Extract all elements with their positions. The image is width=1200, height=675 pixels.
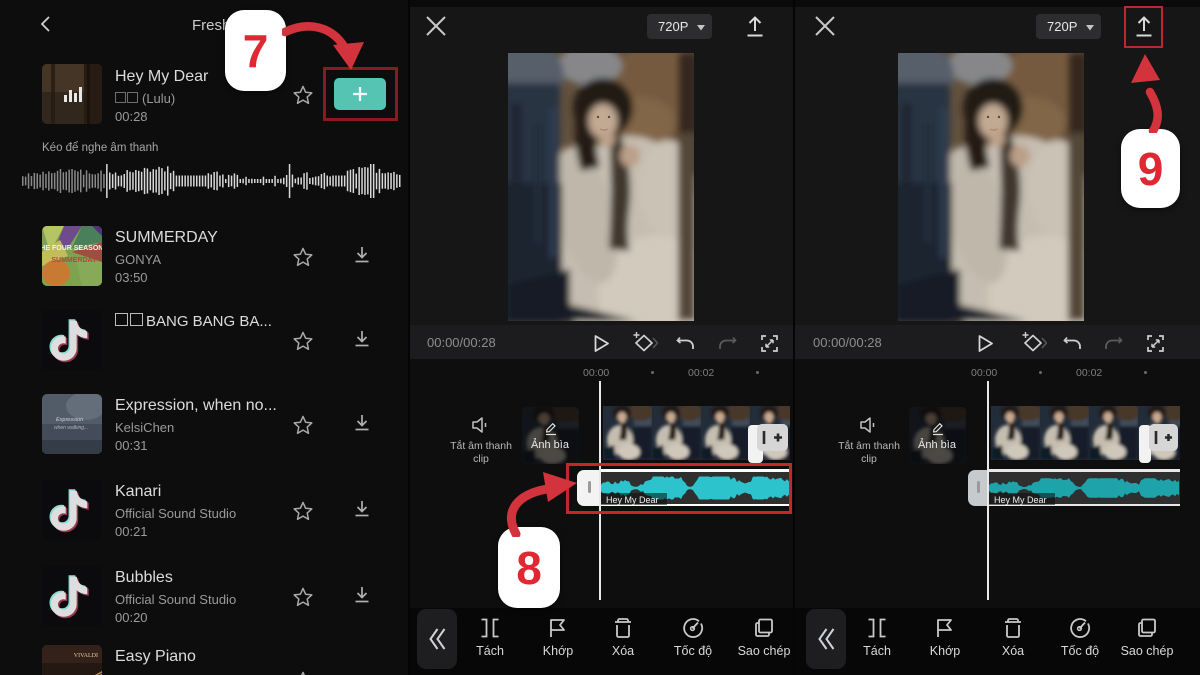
svg-text:when walking...: when walking... [54,425,88,431]
svg-text:THE FOUR SEASONS: THE FOUR SEASONS [42,245,102,252]
svg-text:SUMMERDAY: SUMMERDAY [51,257,97,264]
svg-text:VIVALDI: VIVALDI [74,653,98,659]
svg-text:Expression: Expression [56,417,83,423]
